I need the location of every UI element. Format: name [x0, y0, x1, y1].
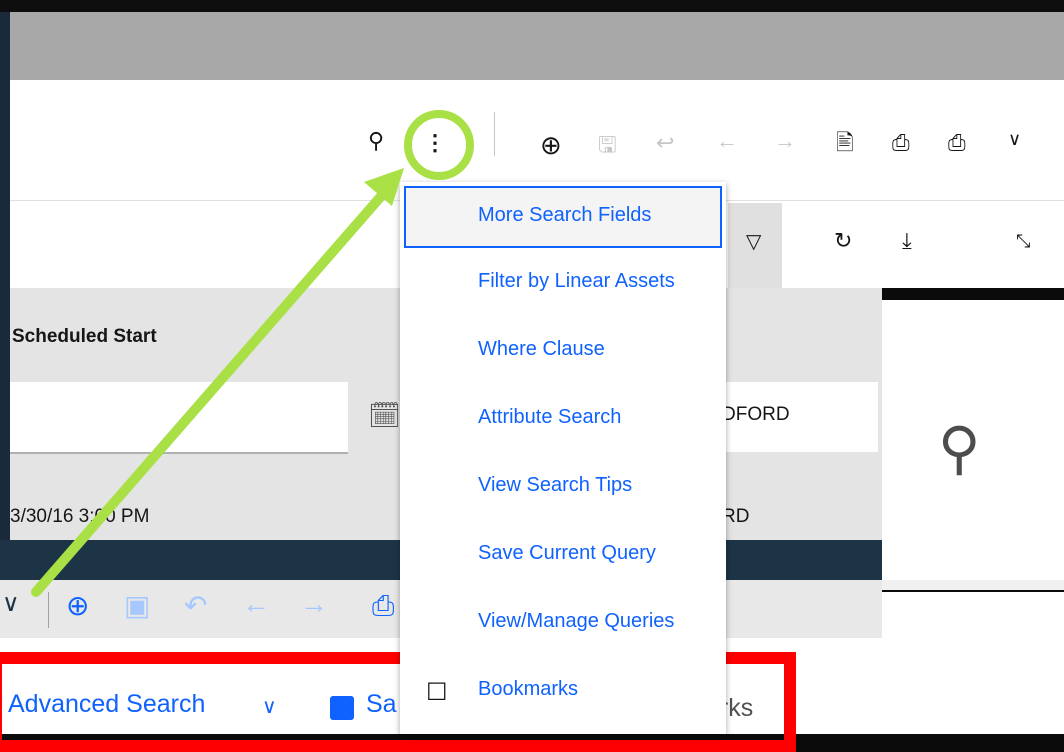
arrow-shaft	[31, 181, 395, 597]
highlight-arrow	[31, 168, 404, 597]
